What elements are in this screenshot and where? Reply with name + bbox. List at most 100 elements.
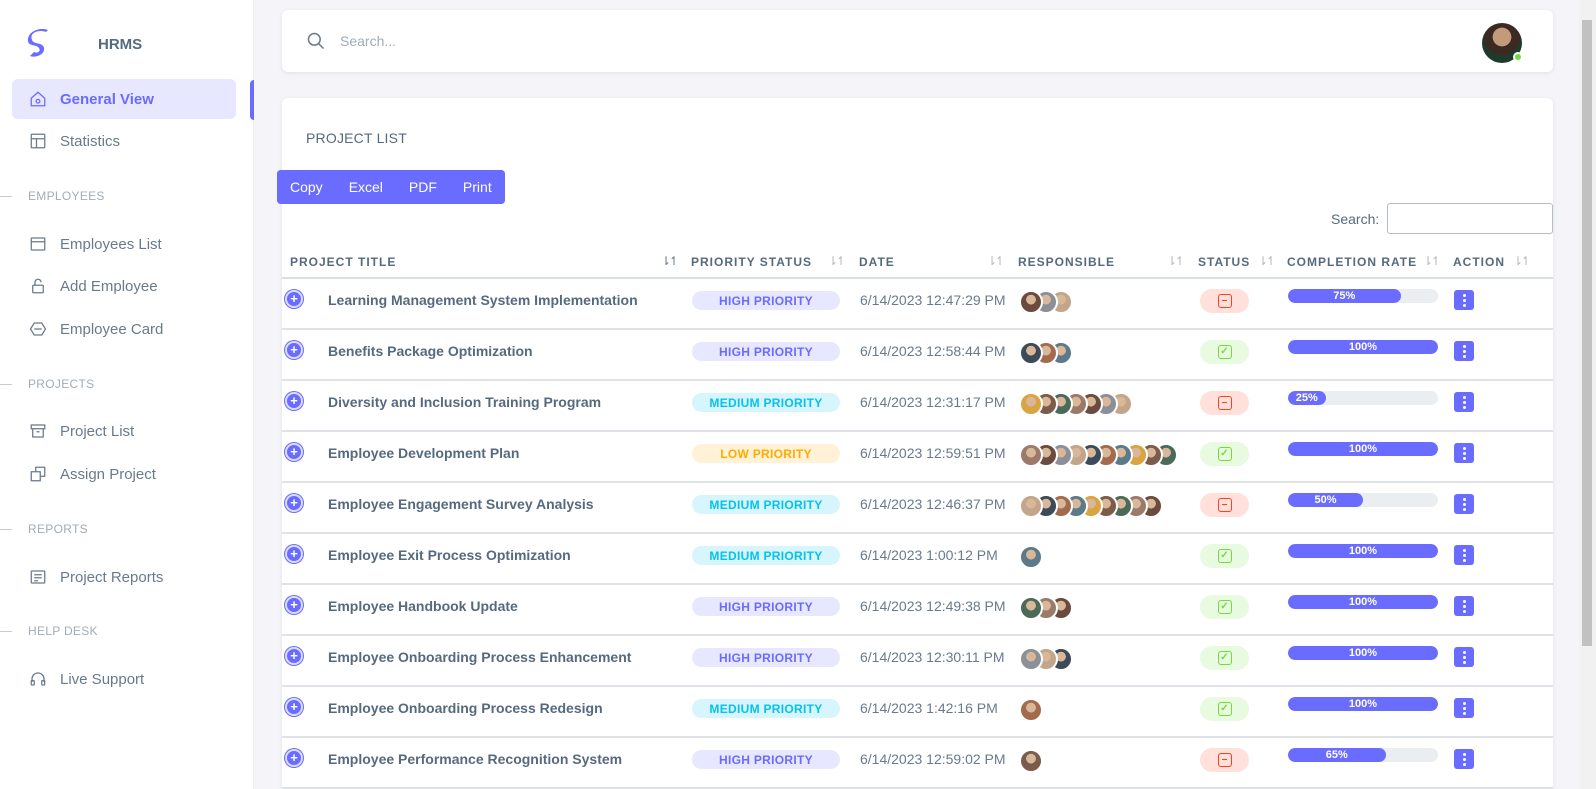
sidebar-item-label: General View: [60, 90, 154, 108]
avatar[interactable]: [1019, 494, 1043, 518]
row-actions-button[interactable]: [1454, 392, 1474, 412]
responsible-avatars: [1019, 698, 1043, 722]
column-header-project-title[interactable]: PROJECT TITLE: [290, 244, 396, 279]
completion-progress: 100%: [1288, 340, 1438, 354]
column-header-completion-rate[interactable]: COMPLETION RATE: [1287, 244, 1417, 279]
expand-row-icon[interactable]: +: [285, 545, 303, 563]
search-input[interactable]: [340, 28, 940, 54]
expand-row-icon[interactable]: +: [285, 749, 303, 767]
avatar[interactable]: [1019, 290, 1043, 314]
search-icon[interactable]: [306, 31, 326, 51]
sidebar-item-label: Project Reports: [60, 568, 164, 586]
headphones-icon: [28, 669, 48, 689]
column-header-priority-status[interactable]: PRIORITY STATUS: [691, 244, 812, 279]
project-title: Employee Exit Process Optimization: [328, 547, 571, 563]
completion-progress-bar: 75%: [1288, 289, 1401, 303]
sidebar-item-label: Employee Card: [60, 320, 164, 338]
sidebar-item-employees-list[interactable]: Employees List: [12, 224, 236, 264]
project-title: Learning Management System Implementatio…: [328, 292, 638, 308]
excel-button[interactable]: Excel: [335, 170, 396, 204]
sort-asc-icon[interactable]: ⇂↿: [661, 254, 679, 268]
print-button[interactable]: Print: [449, 170, 505, 204]
pdf-button[interactable]: PDF: [395, 170, 450, 204]
completion-progress-bar: 100%: [1288, 544, 1438, 558]
project-date: 6/14/2023 12:31:17 PM: [860, 394, 1006, 410]
row-actions-button[interactable]: [1454, 698, 1474, 718]
row-actions-button[interactable]: [1454, 443, 1474, 463]
row-actions-button[interactable]: [1454, 749, 1474, 769]
table-search-input[interactable]: [1387, 203, 1553, 234]
completion-progress-bar: 100%: [1288, 697, 1438, 711]
expand-row-icon[interactable]: +: [285, 341, 303, 359]
responsible-avatars: [1019, 749, 1043, 773]
expand-row-icon[interactable]: +: [285, 698, 303, 716]
check-square-icon: ✓: [1217, 447, 1232, 461]
avatar[interactable]: [1019, 392, 1043, 416]
avatar[interactable]: [1019, 698, 1043, 722]
row-actions-button[interactable]: [1454, 290, 1474, 310]
table-row: + Benefits Package Optimization HIGH PRIOR…: [282, 330, 1553, 381]
project-title: Employee Engagement Survey Analysis: [328, 496, 594, 512]
brand-logo-icon: [27, 29, 48, 57]
sort-icon[interactable]: ⇂↿: [1258, 254, 1276, 268]
expand-row-icon[interactable]: +: [285, 290, 303, 308]
expand-row-icon[interactable]: +: [285, 647, 303, 665]
scrollbar-thumb[interactable]: [1582, 20, 1592, 646]
sidebar-item-project-list[interactable]: Project List: [12, 411, 236, 451]
completion-progress-bar: 100%: [1288, 442, 1438, 456]
sidebar-item-label: Live Support: [60, 670, 145, 688]
sort-icon[interactable]: ⇂↿: [828, 254, 846, 268]
status-incomplete-badge: –: [1200, 493, 1249, 517]
expand-row-icon[interactable]: +: [285, 443, 303, 461]
completion-progress: 100%: [1288, 646, 1438, 660]
row-actions-button[interactable]: [1454, 545, 1474, 565]
status-incomplete-badge: –: [1200, 748, 1249, 772]
project-date: 6/14/2023 12:58:44 PM: [860, 343, 1006, 359]
status-complete-badge: ✓: [1200, 544, 1249, 568]
menu-header-projects: PROJECTS: [0, 376, 94, 392]
sidebar-item-project-reports[interactable]: Project Reports: [12, 557, 236, 597]
table-row: + Employee Onboarding Process Redesign MED…: [282, 687, 1553, 738]
copy-button[interactable]: Copy: [277, 170, 336, 204]
sidebar-item-assign-project[interactable]: Assign Project: [12, 454, 236, 494]
avatar[interactable]: [1019, 647, 1043, 671]
project-title: Employee Onboarding Process Redesign: [328, 700, 603, 716]
sidebar-item-general-view[interactable]: General View: [12, 79, 236, 119]
avatar[interactable]: [1019, 341, 1043, 365]
status-complete-badge: ✓: [1200, 442, 1249, 466]
sort-icon[interactable]: ⇂↿: [987, 254, 1005, 268]
sidebar-item-label: Project List: [60, 422, 135, 440]
priority-badge: MEDIUM PRIORITY: [692, 495, 840, 514]
table-search-label: Search:: [1331, 211, 1380, 227]
row-actions-button[interactable]: [1454, 596, 1474, 616]
completion-progress: 75%: [1288, 289, 1438, 303]
row-actions-button[interactable]: [1454, 341, 1474, 361]
menu-header-help-desk: HELP DESK: [0, 623, 98, 639]
expand-row-icon[interactable]: +: [285, 494, 303, 512]
column-header-responsible[interactable]: RESPONSIBLE: [1018, 244, 1115, 279]
row-actions-button[interactable]: [1454, 494, 1474, 514]
column-header-date[interactable]: DATE: [859, 244, 895, 279]
sidebar-item-statistics[interactable]: Statistics: [12, 121, 236, 161]
sidebar-item-employee-card[interactable]: Employee Card: [12, 309, 236, 349]
row-actions-button[interactable]: [1454, 647, 1474, 667]
sidebar-item-add-employee[interactable]: Add Employee: [12, 266, 236, 306]
sort-icon[interactable]: ⇂↿: [1513, 254, 1531, 268]
sort-icon[interactable]: ⇂↿: [1423, 254, 1441, 268]
avatar[interactable]: [1019, 443, 1043, 467]
table-header: PROJECT TITLE ⇂↿ PRIORITY STATUS ⇂↿ DATE…: [282, 244, 1553, 279]
expand-row-icon[interactable]: +: [285, 596, 303, 614]
expand-row-icon[interactable]: +: [285, 392, 303, 410]
avatar[interactable]: [1019, 749, 1043, 773]
column-header-status[interactable]: STATUS: [1198, 244, 1250, 279]
brand[interactable]: HRMS: [26, 28, 142, 60]
avatar[interactable]: [1019, 596, 1043, 620]
completion-progress: 100%: [1288, 442, 1438, 456]
window-icon: [28, 234, 48, 254]
avatar[interactable]: [1019, 545, 1043, 569]
page-scrollbar[interactable]: [1579, 0, 1596, 789]
sidebar-item-live-support[interactable]: Live Support: [12, 659, 236, 699]
sort-icon[interactable]: ⇂↿: [1167, 254, 1185, 268]
column-header-action[interactable]: ACTION: [1453, 244, 1505, 279]
status-complete-badge: ✓: [1200, 340, 1249, 364]
